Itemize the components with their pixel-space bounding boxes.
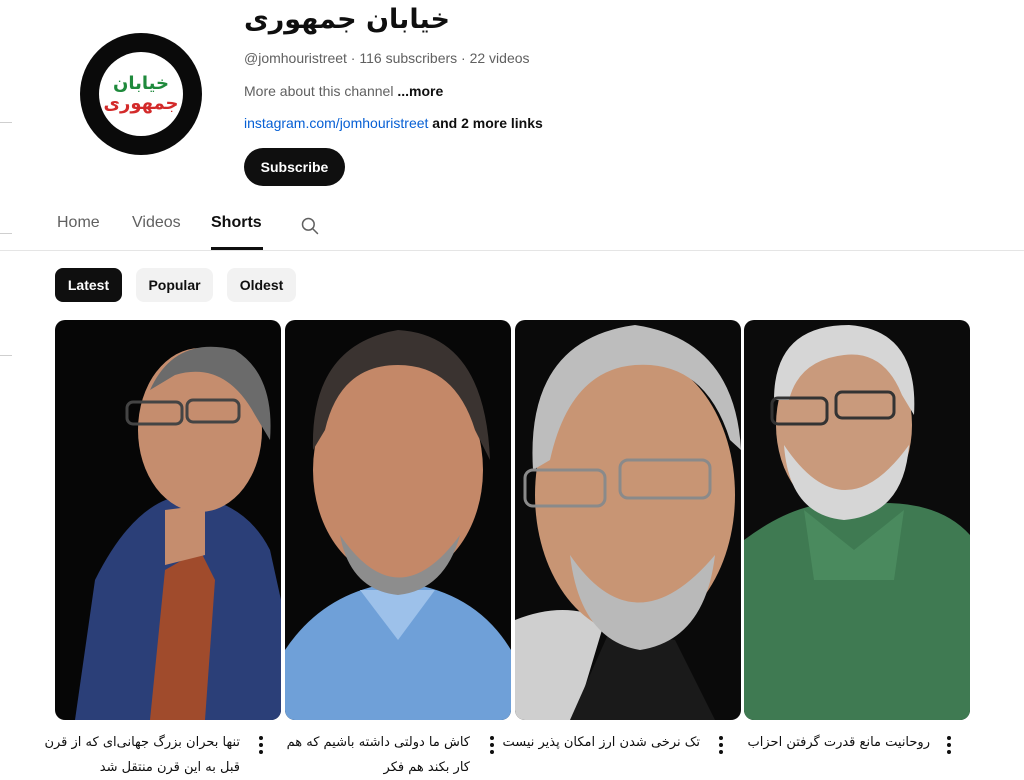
channel-avatar[interactable]: خیابان جمهوری [80, 33, 202, 155]
chip-popular[interactable]: Popular [136, 268, 213, 302]
tab-home[interactable]: Home [57, 214, 100, 232]
short-thumbnail [285, 320, 511, 720]
short-thumbnail [55, 320, 281, 720]
about-more-link[interactable]: ...more [397, 83, 443, 99]
channel-tabs: Home Videos Shorts [0, 200, 1024, 251]
tab-shorts[interactable]: Shorts [211, 214, 262, 232]
more-vert-icon[interactable] [489, 736, 495, 756]
chip-latest[interactable]: Latest [55, 268, 122, 302]
tab-videos[interactable]: Videos [132, 214, 181, 232]
more-links-button[interactable]: and 2 more links [432, 115, 542, 131]
short-card[interactable] [515, 320, 741, 720]
channel-meta: @jomhouristreet · 116 subscribers · 22 v… [244, 50, 530, 66]
channel-links: instagram.com/jomhouristreet and 2 more … [244, 115, 543, 131]
channel-title: خیابان جمهوری [244, 4, 450, 35]
search-icon[interactable] [300, 216, 320, 236]
logo-text-line2: جمهوری [103, 93, 179, 114]
more-vert-icon[interactable] [946, 736, 952, 756]
short-caption[interactable]: تک نرخی شدن ارز امکان پذیر نیست [500, 730, 700, 755]
short-thumbnail [515, 320, 741, 720]
edge-tick [0, 122, 12, 123]
channel-logo: خیابان جمهوری [99, 52, 183, 136]
short-caption[interactable]: روحانیت مانع قدرت گرفتن احزاب [730, 730, 930, 755]
edge-tick [0, 355, 12, 356]
more-vert-icon[interactable] [718, 736, 724, 756]
active-tab-indicator [211, 247, 263, 250]
instagram-link[interactable]: instagram.com/jomhouristreet [244, 115, 428, 131]
channel-about[interactable]: More about this channel ...more [244, 83, 443, 99]
logo-text-line1: خیابان [113, 73, 169, 94]
short-card[interactable] [285, 320, 511, 720]
subscribe-button[interactable]: Subscribe [244, 148, 345, 186]
more-vert-icon[interactable] [258, 736, 264, 756]
short-card[interactable] [55, 320, 281, 720]
short-thumbnail [744, 320, 970, 720]
short-caption[interactable]: کاش ما دولتی داشته باشیم که هم کار بکند … [270, 730, 470, 780]
chip-oldest[interactable]: Oldest [227, 268, 296, 302]
short-caption[interactable]: تنها بحران بزرگ جهانی‌ای که از قرن قبل ب… [40, 730, 240, 780]
short-card[interactable] [744, 320, 970, 720]
about-text: More about this channel [244, 83, 394, 99]
